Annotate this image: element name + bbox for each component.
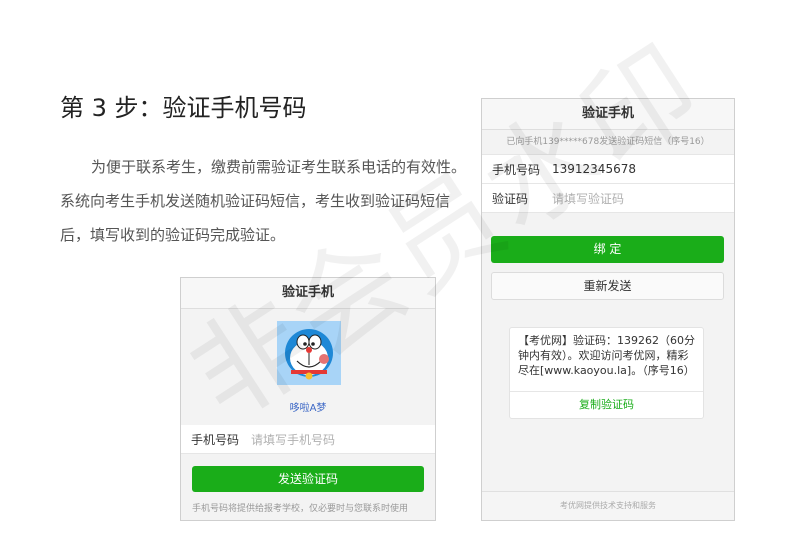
resend-button[interactable]: 重新发送 [491,272,724,300]
step-title: 第 3 步：验证手机号码 [60,94,307,122]
panel-header: 验证手机 [482,99,734,130]
phone-field-row[interactable]: 手机号码 13912345678 [482,155,734,184]
sms-message-card: 【考优网】验证码：139262（60分钟内有效）。欢迎访问考优网，精彩尽在[ww… [509,327,704,419]
step-description: 为便于联系考生，缴费前需验证考生联系电话的有效性。系统向考生手机发送随机验证码短… [60,158,467,244]
panel-header: 验证手机 [181,278,435,309]
code-input[interactable]: 请填写验证码 [552,190,624,207]
footer: 考优网提供技术支持和服务 [482,491,734,520]
phone-field-row[interactable]: 手机号码 请填写手机号码 [181,425,435,454]
verify-phone-panel-send: 验证手机 哆啦A梦 手机号码 请填写手机号码 发送验证码 手机号码将提供给报考学 [180,277,436,521]
sms-text: 【考优网】验证码：139262（60分钟内有效）。欢迎访问考优网，精彩尽在[ww… [518,334,695,377]
avatar [277,321,341,385]
phone-label: 手机号码 [492,162,541,177]
code-label: 验证码 [492,191,529,206]
phone-label: 手机号码 [191,432,240,447]
code-field-row[interactable]: 验证码 请填写验证码 [482,184,734,213]
privacy-note: 手机号码将提供给报考学校，仅必要时与您联系时使用 [192,504,409,514]
nickname: 哆啦A梦 [289,403,327,414]
bind-button[interactable]: 绑 定 [491,236,724,263]
send-code-button[interactable]: 发送验证码 [192,466,424,492]
phone-input[interactable]: 请填写手机号码 [251,431,335,448]
sent-info: 已向手机139*****678发送验证码短信（序号16） [482,130,734,155]
profile-area: 哆啦A梦 [181,309,435,427]
copy-code-button[interactable]: 复制验证码 [510,391,703,418]
phone-value[interactable]: 13912345678 [552,162,636,176]
doraemon-avatar-icon [285,329,333,380]
verify-phone-panel-bind: 验证手机 已向手机139*****678发送验证码短信（序号16） 手机号码 1… [481,98,735,521]
